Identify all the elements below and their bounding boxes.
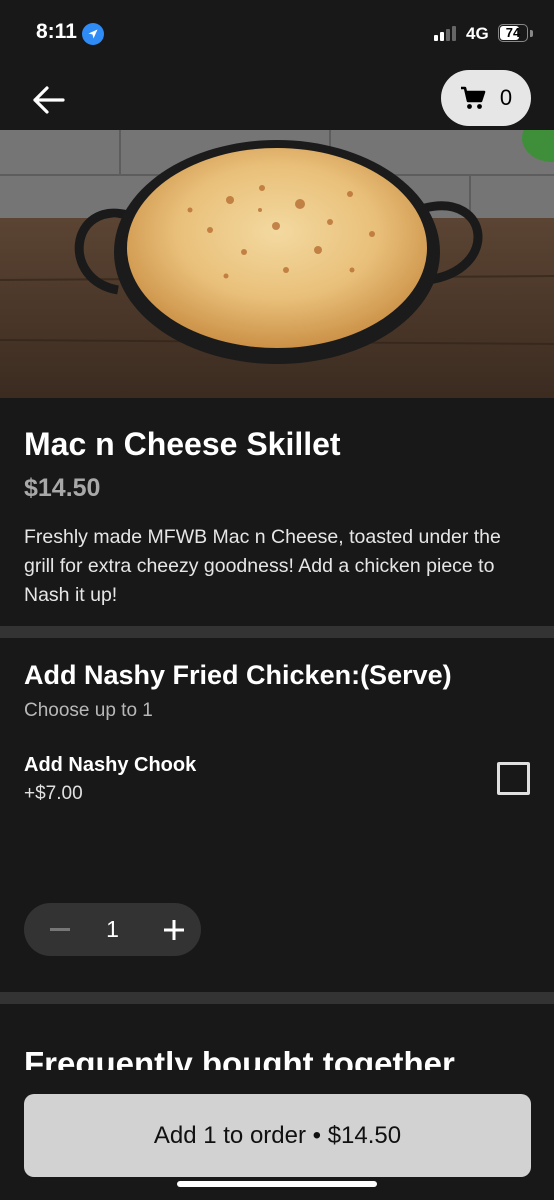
section-title-frequently-bought: Frequently bought together bbox=[24, 1045, 455, 1073]
section-divider bbox=[0, 992, 554, 1004]
plus-icon bbox=[164, 919, 184, 940]
add-to-order-button[interactable]: Add 1 to order • $14.50 bbox=[24, 1094, 531, 1177]
option-item-checkbox[interactable] bbox=[497, 762, 530, 795]
minus-icon bbox=[50, 927, 70, 931]
cellular-signal-icon bbox=[434, 26, 456, 41]
back-button[interactable] bbox=[22, 78, 74, 122]
quantity-stepper: 1 bbox=[24, 903, 201, 956]
location-arrow-icon bbox=[82, 23, 104, 45]
quantity-value: 1 bbox=[106, 916, 119, 942]
section-divider bbox=[0, 626, 554, 638]
home-indicator[interactable] bbox=[177, 1181, 377, 1187]
network-type: 4G bbox=[466, 24, 489, 43]
cart-count: 0 bbox=[499, 85, 513, 110]
battery-percent: 74 bbox=[505, 25, 521, 40]
arrow-left-icon bbox=[33, 86, 65, 114]
cart-button[interactable]: 0 bbox=[441, 70, 531, 126]
product-price: $14.50 bbox=[24, 474, 101, 502]
battery-tip bbox=[530, 30, 533, 37]
option-item-price: +$7.00 bbox=[24, 783, 83, 804]
option-group-subtitle: Choose up to 1 bbox=[24, 700, 153, 721]
status-time: 8:11 bbox=[36, 20, 77, 43]
increase-quantity-button[interactable] bbox=[152, 903, 196, 956]
product-description: Freshly made MFWB Mac n Cheese, toasted … bbox=[24, 526, 501, 606]
option-group-title: Add Nashy Fried Chicken:(Serve) bbox=[24, 660, 452, 690]
product-title: Mac n Cheese Skillet bbox=[24, 426, 341, 462]
status-bar: 8:11 4G 74 bbox=[0, 0, 554, 70]
product-image bbox=[0, 130, 554, 398]
option-item-label[interactable]: Add Nashy Chook bbox=[24, 754, 196, 777]
decrease-quantity-button[interactable] bbox=[38, 903, 82, 956]
battery-icon: 74 bbox=[498, 24, 528, 42]
cart-icon bbox=[460, 86, 486, 109]
